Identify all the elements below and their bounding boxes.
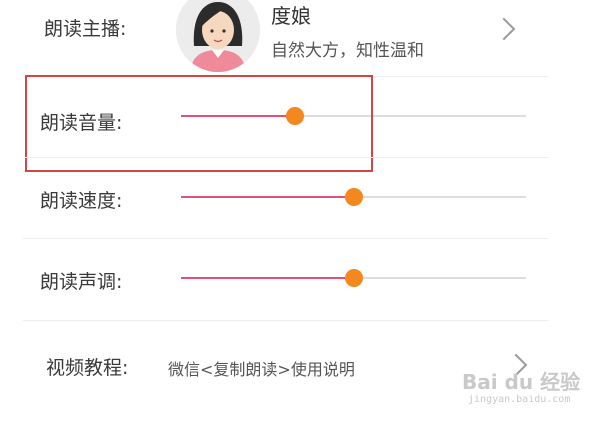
slider-fill (181, 277, 354, 279)
baidu-watermark: Bai du 经验 jingyan.baidu.com (462, 366, 582, 410)
pitch-label: 朗读声调: (40, 271, 123, 293)
anchor-description: 自然大方，知性温和 (271, 41, 424, 61)
anchor-label: 朗读主播: (44, 18, 127, 40)
anchor-avatar (176, 0, 260, 72)
anchor-row[interactable]: 朗读主播: 度娘 自然大方，知性温和 (0, 0, 605, 76)
female-avatar-icon (176, 0, 260, 72)
chevron-right-icon[interactable] (492, 17, 516, 41)
speed-row: 朗读速度: (0, 158, 605, 238)
pitch-row: 朗读声调: (0, 239, 605, 319)
pitch-slider[interactable] (181, 268, 526, 288)
slider-thumb[interactable] (344, 188, 363, 206)
slider-fill (181, 196, 354, 198)
anchor-name: 度娘 (271, 4, 311, 28)
speed-slider[interactable] (181, 187, 526, 207)
watermark-logo: Bai du 经验 (462, 370, 581, 394)
tutorial-link[interactable]: 微信<复制朗读>使用说明 (168, 356, 355, 380)
watermark-url: jingyan.baidu.com (468, 394, 571, 405)
slider-thumb[interactable] (344, 269, 363, 287)
tutorial-label: 视频教程: (46, 357, 129, 379)
speed-label: 朗读速度: (40, 190, 123, 212)
